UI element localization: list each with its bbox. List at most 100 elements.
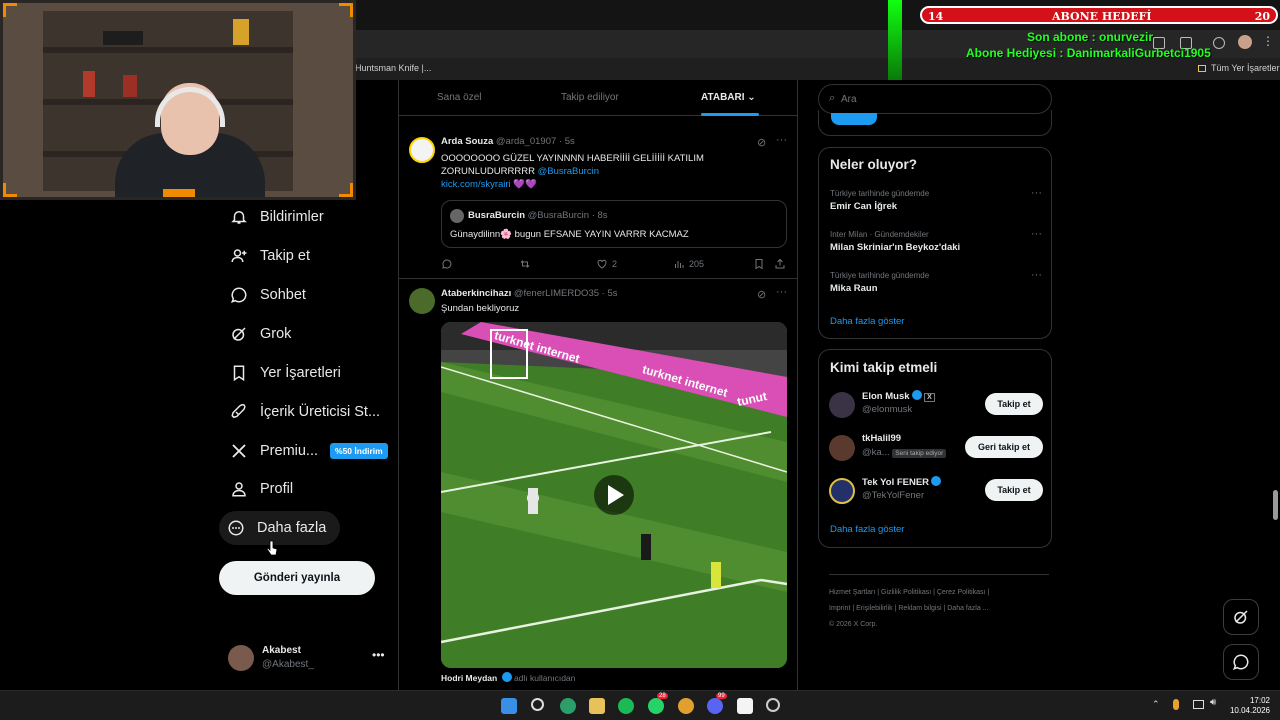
follow-suggestion: Tek Yol FENER @TekYolFener Takip et [829,476,1043,506]
search-icon: ⌕ [829,92,836,104]
search-icon[interactable] [531,698,544,711]
feed-tabs: Sana özel Takip ediliyor ATABARI ⌄ [399,80,797,116]
avatar [829,435,855,461]
subscribe-button[interactable] [831,113,877,125]
trends-title: Neler oluyor? [830,157,918,172]
frame-corner [3,183,17,197]
tab-following[interactable]: Takip ediliyor [561,92,619,103]
grok-icon[interactable]: ⊘ [757,136,766,149]
views-button[interactable]: 205 [673,258,704,270]
nav-grok[interactable]: Grok [222,317,299,351]
clock[interactable]: 17:02 10.04.2026 [1230,696,1270,716]
share-button[interactable] [774,258,786,270]
grok-fab[interactable] [1223,599,1259,635]
suggestion-name-text: Elon Musk [862,391,910,402]
trend-item[interactable]: Türkiye tarihinde gündemde Emir Can İğre… [830,187,1042,212]
trend-topic: Milan Skriniar'ın Beykoz'daki [830,242,961,253]
suggestion-handle: @elonmusk [862,404,913,415]
app-icon[interactable] [737,698,753,714]
suggestion-name-text: Tek Yol FENER [862,477,930,488]
nav-label: Yer İşaretleri [260,365,341,381]
edge-icon[interactable] [560,698,576,714]
frame-logo [163,189,195,197]
quoted-tweet[interactable]: BusraBurcin @BusraBurcin · 8s Günaydilin… [441,200,787,248]
nav-label: İçerik Üreticisi St... [260,404,381,420]
author-name[interactable]: Ataberkincihazı [441,288,511,299]
repost-icon [520,260,530,268]
repost-button[interactable] [519,258,531,270]
follow-button[interactable]: Takip et [985,393,1043,415]
bookmark-button[interactable] [753,258,765,270]
volume-icon[interactable]: 🔊︎ [1210,697,1216,708]
suggestion-name[interactable]: Elon Musk X [862,390,935,402]
microphone-icon[interactable] [1173,699,1179,710]
reply-button[interactable] [441,258,453,270]
tweet-text: OOOOOOOO GÜZEL YAYINNNN HABERİİİİ GELİİİ… [441,152,781,191]
spotify-icon[interactable] [618,698,634,714]
mention-link[interactable]: @BusraBurcin [538,166,599,177]
show-more-link[interactable]: Daha fazla göster [830,524,904,535]
chevron-up-icon[interactable]: ⌃ [1152,699,1160,710]
nav-profile[interactable]: Profil [222,472,301,506]
suggestion-handle: @TekYolFener [862,490,925,501]
scrollbar[interactable] [1273,490,1278,520]
tweet[interactable]: Ataberkincihazı @fenerLIMERDO35 · 5s ⊘ ·… [399,280,797,690]
nav-more[interactable]: Daha fazla [219,511,340,545]
external-link[interactable]: kick.com/skyrairi [441,179,511,190]
tab-for-you[interactable]: Sana özel [437,92,481,103]
figure [83,71,95,97]
more-dots-icon[interactable]: ··· [776,134,787,146]
video-player[interactable]: turknet internet turknet internet tunut [441,322,787,668]
whatsapp-icon[interactable] [648,698,664,714]
bookmark-item[interactable]: Huntsman Knife |... [355,63,431,73]
trend-topic: Emir Can İğrek [830,201,898,212]
chrome-icon[interactable] [678,698,694,714]
nav-creator-studio[interactable]: İçerik Üreticisi St... [222,395,388,429]
more-dots-icon[interactable]: ··· [1031,269,1042,281]
start-icon[interactable] [501,698,517,714]
footer-line[interactable]: Hizmet Şartları | Gizlilik Politikası | … [829,585,1049,601]
tweet[interactable]: Arda Souza @arda_01907 · 5s ⊘ ··· OOOOOO… [399,128,797,279]
app-icon[interactable] [766,698,780,712]
nav-follow[interactable]: Takip et [222,239,318,273]
show-more-link[interactable]: Daha fazla göster [830,316,904,327]
menu-icon[interactable]: ⋮ [1262,34,1274,48]
follow-button[interactable]: Takip et [985,479,1043,501]
suggestion-name[interactable]: Tek Yol FENER [862,476,942,488]
trend-item[interactable]: Türkiye tarihinde gündemde Mika Raun ··· [830,269,1042,294]
post-button[interactable]: Gönderi yayınla [219,561,375,595]
more-dots-icon[interactable]: ••• [372,648,385,662]
tab-atabari[interactable]: ATABARI ⌄ [701,92,756,103]
bookmark-icon [233,365,245,382]
author-name[interactable]: Arda Souza [441,136,493,147]
grok-icon[interactable]: ⊘ [757,288,766,301]
more-dots-icon[interactable]: ··· [1031,187,1042,199]
folder-icon[interactable] [589,698,605,714]
follow-back-button[interactable]: Geri takip et [965,436,1043,458]
trend-item[interactable]: Inter Milan · Gündemdekiler Milan Skrini… [830,228,1042,253]
footer-line[interactable]: Imprint | Erişilebilirlik | Reklam bilgi… [829,601,1049,617]
bookmark-all[interactable]: Tüm Yer İşaretleri [1211,63,1280,73]
messages-fab[interactable] [1223,644,1259,680]
nav-bookmarks[interactable]: Yer İşaretleri [222,356,349,390]
nav-premium[interactable]: Premiu... %50 İndirim [222,434,396,468]
trend-context: Türkiye tarihinde gündemde [830,271,930,280]
suggestion-name[interactable]: tkHalil99 [862,433,901,444]
more-dots-icon[interactable]: ··· [776,286,787,298]
profile-avatar[interactable] [1238,35,1252,49]
tweet-actions: 2 205 [441,258,787,272]
notification-badge: 28 [657,693,668,699]
caption-name[interactable]: Hodri Meydan [441,673,497,683]
search-placeholder: Ara [841,94,857,105]
discord-icon[interactable] [707,698,723,714]
chevron-down-icon: ⌄ [747,92,756,103]
download-icon[interactable] [1213,37,1225,49]
add-user-icon [231,249,247,263]
more-dots-icon[interactable]: ··· [1031,228,1042,240]
like-button[interactable]: 2 [596,258,617,270]
network-icon[interactable] [1193,700,1204,709]
account-switcher[interactable]: Akabest @Akabest_ ••• [224,642,394,678]
account-handle: @Akabest_ [262,659,314,670]
nav-notifications[interactable]: Bildirimler [222,200,332,234]
nav-chat[interactable]: Sohbet [222,278,314,312]
